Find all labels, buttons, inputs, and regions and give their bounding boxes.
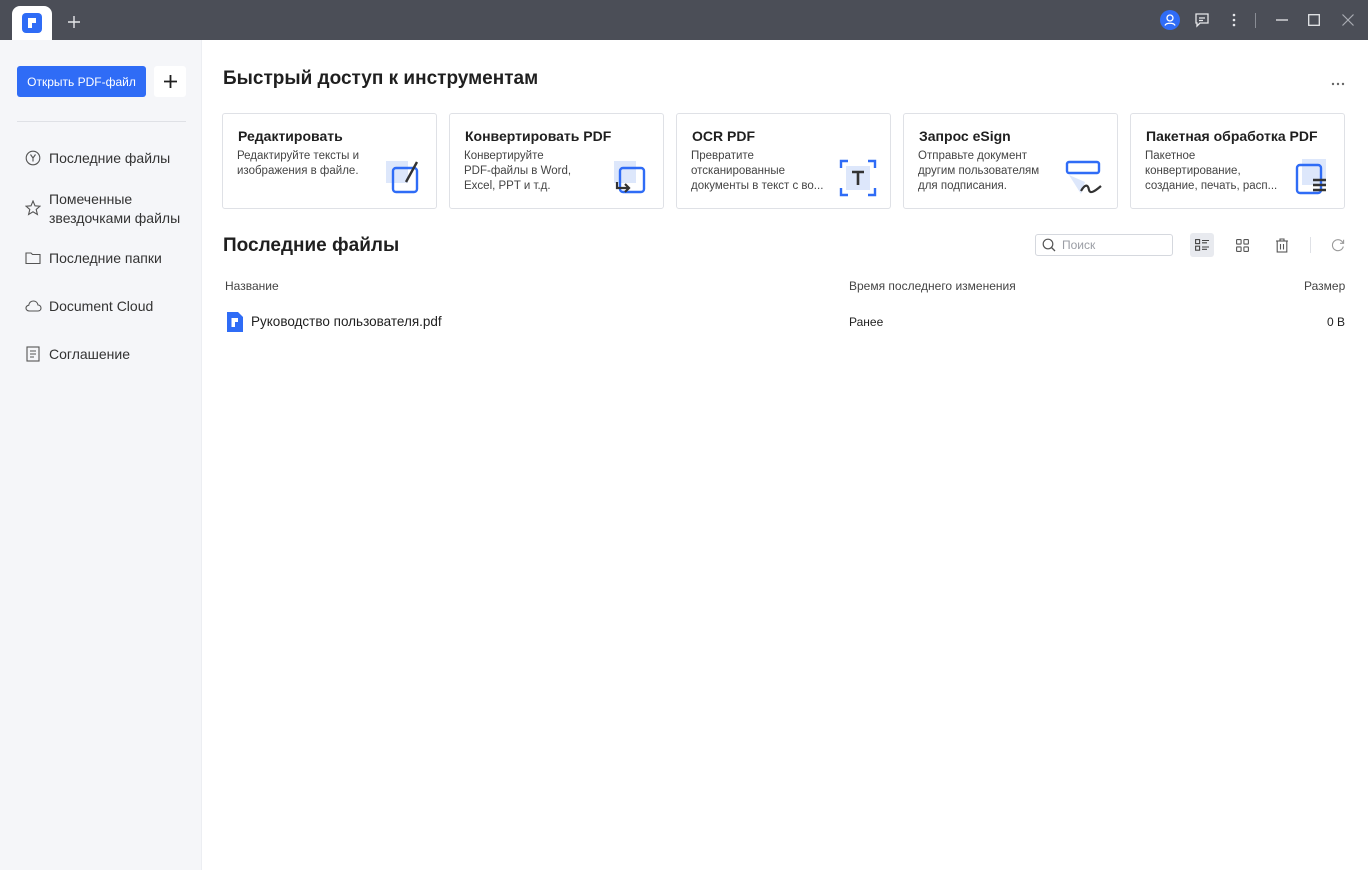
vertical-dots-icon	[1232, 13, 1236, 27]
toolbar-divider	[1310, 237, 1311, 253]
card-description: Отправьте документ другим пользователям …	[918, 150, 1040, 192]
tool-card-esign[interactable]: Запрос eSign Отправьте документ другим п…	[903, 113, 1118, 209]
search-icon	[1042, 238, 1056, 252]
column-header-name[interactable]: Название	[225, 279, 279, 293]
sidebar-item-document-cloud[interactable]: Document Cloud	[24, 297, 200, 316]
trash-icon	[1276, 237, 1288, 253]
account-button[interactable]	[1158, 0, 1182, 40]
user-icon	[1160, 10, 1180, 30]
grid-view-icon	[1235, 238, 1249, 252]
new-tab-button[interactable]	[62, 10, 86, 34]
card-description: Пакетное конвертирование, создание, печа…	[1145, 150, 1278, 192]
more-options-button[interactable]	[1328, 76, 1348, 92]
tool-card-convert[interactable]: Конвертировать PDF Конвертируйте PDF-фай…	[449, 113, 664, 209]
sidebar-item-label: Последние папки	[49, 250, 162, 266]
trash-button[interactable]	[1270, 233, 1294, 257]
column-header-modified[interactable]: Время последнего изменения	[849, 279, 1016, 293]
maximize-button[interactable]	[1302, 0, 1326, 40]
esign-icon	[1065, 160, 1102, 194]
sidebar-item-label: Document Cloud	[49, 298, 154, 314]
quick-access-title: Быстрый доступ к инструментам	[223, 68, 539, 89]
batch-icon	[1295, 159, 1326, 195]
app-logo-icon	[22, 13, 42, 33]
convert-icon	[614, 161, 646, 194]
folder-icon	[24, 249, 42, 267]
search-box[interactable]	[1035, 234, 1173, 256]
clock-icon	[24, 149, 42, 167]
minimize-icon	[1276, 19, 1288, 21]
card-title: Запрос eSign	[919, 128, 1011, 144]
message-icon	[1195, 13, 1209, 28]
recent-files-title: Последние файлы	[223, 235, 400, 256]
add-button[interactable]	[154, 66, 186, 97]
card-title: Конвертировать PDF	[465, 128, 612, 144]
sidebar: Открыть PDF-файл Последние файлы Помечен…	[0, 40, 202, 870]
search-input[interactable]	[1062, 238, 1162, 252]
grid-view-button[interactable]	[1230, 233, 1254, 257]
sidebar-item-agreement[interactable]: Соглашение	[24, 345, 200, 364]
card-description: Превратите отсканированные документы в т…	[691, 150, 824, 192]
plus-icon	[163, 75, 177, 88]
refresh-icon	[1331, 239, 1345, 252]
list-view-button[interactable]	[1190, 233, 1214, 257]
pdf-file-icon	[227, 312, 243, 332]
more-dots-icon	[1331, 82, 1345, 86]
cloud-icon	[24, 297, 42, 315]
list-view-icon	[1195, 239, 1209, 251]
refresh-button[interactable]	[1326, 233, 1350, 257]
ocr-icon	[839, 159, 877, 197]
file-modified: Ранее	[849, 315, 884, 329]
file-size: 0 B	[1327, 315, 1346, 329]
card-title: OCR PDF	[692, 128, 755, 144]
sidebar-item-recent-files[interactable]: Последние файлы	[24, 149, 200, 168]
document-icon	[24, 345, 42, 363]
open-pdf-button[interactable]: Открыть PDF-файл	[17, 66, 146, 97]
column-header-size[interactable]: Размер	[1304, 279, 1345, 293]
card-description: Редактируйте тексты и изображения в файл…	[237, 150, 360, 177]
star-icon	[24, 199, 42, 217]
sidebar-item-label: Помеченные звездочками файлы	[49, 191, 181, 226]
close-button[interactable]	[1336, 0, 1360, 40]
sidebar-divider	[17, 121, 186, 122]
titlebar-divider	[1255, 13, 1256, 28]
card-description: Конвертируйте PDF-файлы в Word, Excel, P…	[464, 150, 572, 192]
menu-button[interactable]	[1222, 0, 1246, 40]
plus-icon	[68, 16, 80, 28]
home-tab[interactable]	[12, 6, 52, 40]
card-title: Пакетная обработка PDF	[1146, 128, 1318, 144]
close-icon	[1342, 14, 1354, 26]
title-bar	[0, 0, 1368, 40]
tool-card-ocr[interactable]: OCR PDF Превратите отсканированные докум…	[676, 113, 891, 209]
minimize-button[interactable]	[1270, 0, 1294, 40]
sidebar-item-starred-files[interactable]: Помеченные звездочками файлы	[24, 190, 200, 228]
edit-icon	[386, 161, 419, 194]
feedback-button[interactable]	[1190, 0, 1214, 40]
tool-card-edit[interactable]: Редактировать Редактируйте тексты и изоб…	[222, 113, 437, 209]
sidebar-item-label: Соглашение	[49, 346, 131, 362]
file-name: Руководство пользователя.pdf	[251, 314, 442, 329]
tool-card-batch[interactable]: Пакетная обработка PDF Пакетное конверти…	[1130, 113, 1345, 209]
card-title: Редактировать	[238, 128, 343, 144]
sidebar-item-recent-folders[interactable]: Последние папки	[24, 249, 200, 268]
maximize-icon	[1308, 14, 1320, 26]
sidebar-item-label: Последние файлы	[49, 150, 171, 166]
